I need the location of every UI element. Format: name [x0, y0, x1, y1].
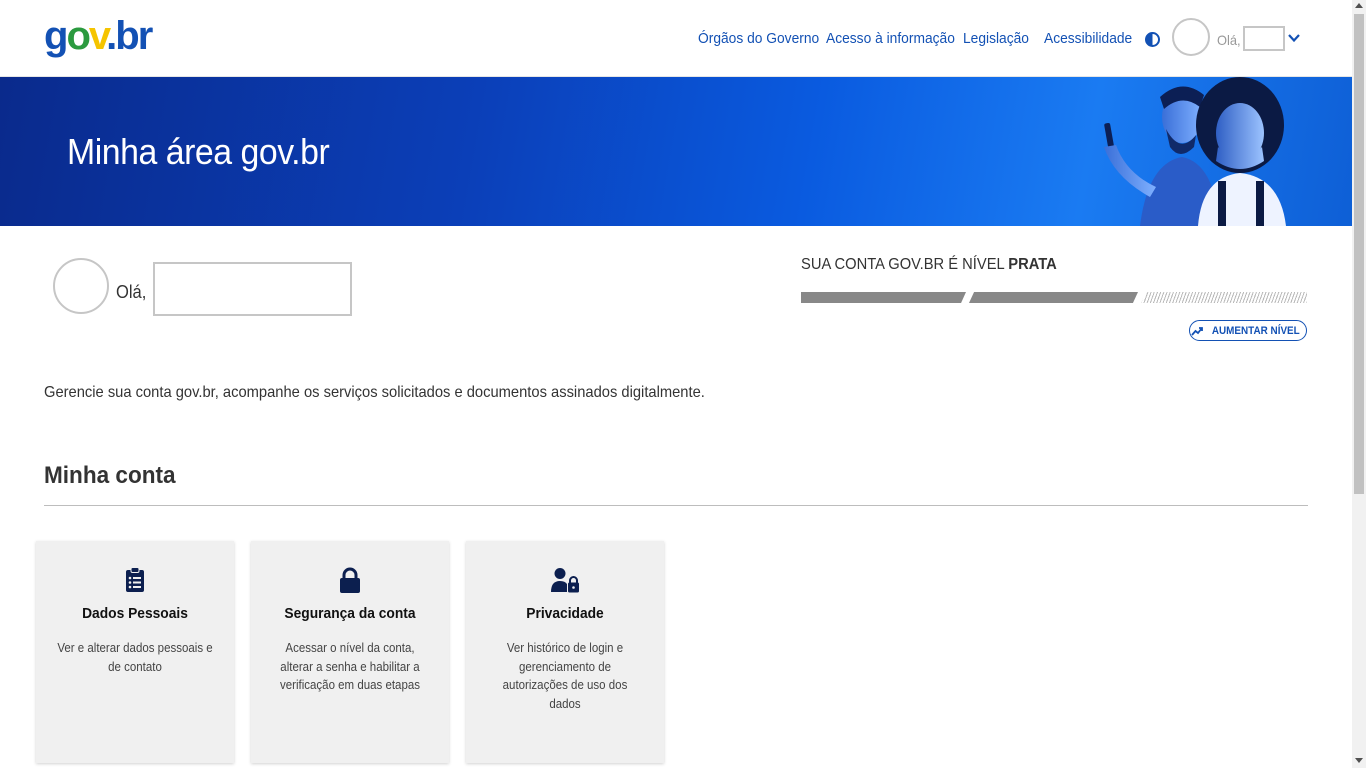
people-illustration-icon	[1104, 77, 1286, 226]
card-dados-pessoais[interactable]: Dados Pessoais Ver e alterar dados pesso…	[36, 541, 234, 763]
page-scrollbar[interactable]	[1352, 0, 1366, 768]
account-level-text: SUA CONTA GOV.BR É NÍVEL PRATA	[801, 256, 1057, 273]
header-greeting: Olá,	[1217, 32, 1241, 48]
section-divider	[44, 505, 1308, 506]
card-seguranca-da-conta[interactable]: Segurança da conta Acessar o nível da co…	[251, 541, 449, 763]
avatar[interactable]	[1172, 18, 1210, 56]
nav-acessibilidade[interactable]: Acessibilidade	[1044, 30, 1132, 47]
nav-orgaos-do-governo[interactable]: Órgãos do Governo	[698, 30, 819, 47]
user-name-redacted	[1243, 26, 1285, 51]
hero-banner: Minha área gov.br	[0, 77, 1352, 226]
gov-br-logo[interactable]: gov.br	[44, 14, 153, 58]
trending-up-icon	[1191, 326, 1204, 336]
card-description: Acessar o nível da conta, alterar a senh…	[279, 641, 420, 692]
profile-name-redacted	[153, 262, 352, 316]
chevron-down-icon[interactable]	[1287, 31, 1301, 45]
increase-level-button[interactable]: AUMENTAR NÍVEL	[1189, 320, 1307, 341]
card-privacidade[interactable]: Privacidade Ver histórico de login e ger…	[466, 541, 664, 763]
section-title-minha-conta: Minha conta	[44, 462, 176, 489]
scroll-thumb[interactable]	[1354, 14, 1364, 494]
level-segment-2	[969, 292, 1138, 303]
level-segment-3	[1141, 292, 1307, 303]
clipboard-icon	[126, 567, 144, 592]
page-description: Gerencie sua conta gov.br, acompanhe os …	[44, 384, 705, 401]
card-title: Dados Pessoais	[82, 605, 188, 622]
card-title: Privacidade	[526, 605, 604, 622]
site-header: gov.br Órgãos do Governo Acesso à inform…	[0, 0, 1352, 77]
page-title: Minha área gov.br	[67, 131, 330, 172]
contrast-icon[interactable]	[1145, 32, 1160, 47]
card-description: Ver e alterar dados pessoais e de contat…	[57, 641, 213, 674]
scroll-up-icon[interactable]	[1355, 3, 1363, 8]
lock-icon	[340, 567, 360, 593]
card-description: Ver histórico de login e gerenciamento d…	[502, 641, 628, 711]
nav-acesso-a-informacao[interactable]: Acesso à informação	[826, 30, 955, 47]
level-segment-1	[801, 292, 966, 303]
profile-greeting: Olá,	[116, 282, 147, 302]
profile-avatar	[53, 258, 109, 314]
user-lock-icon	[551, 568, 579, 593]
card-title: Segurança da conta	[284, 605, 416, 622]
nav-legislacao[interactable]: Legislação	[963, 30, 1029, 47]
account-level-value: PRATA	[1008, 256, 1057, 273]
scroll-down-icon[interactable]	[1355, 758, 1363, 763]
